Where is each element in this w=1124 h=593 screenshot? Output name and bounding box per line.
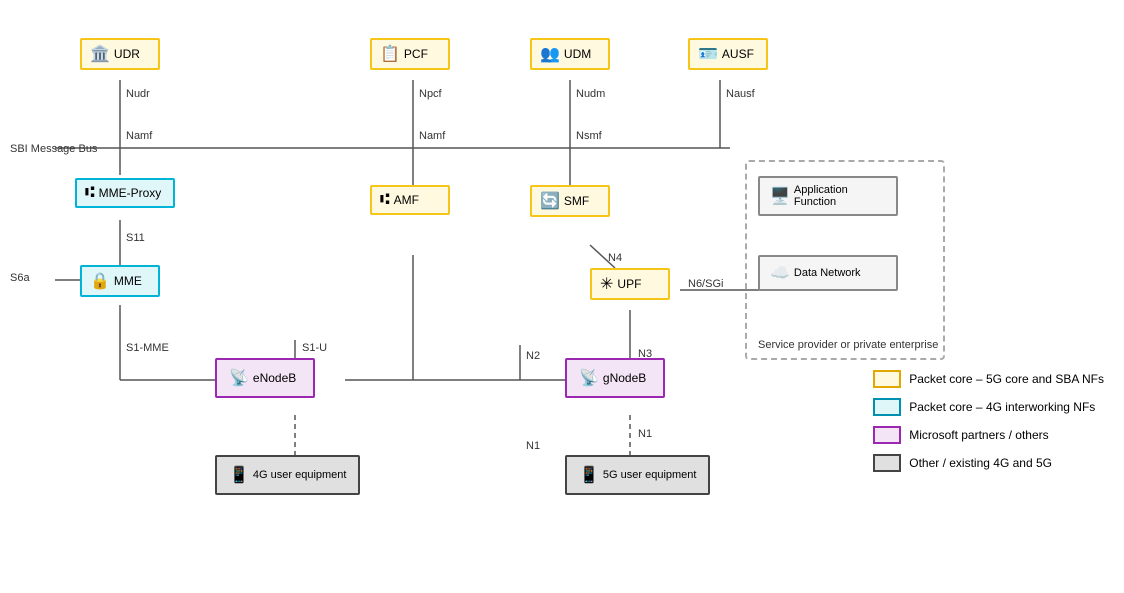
ausf-icon: 🪪: [698, 44, 718, 64]
enodeb-label: eNodeB: [253, 371, 296, 385]
pcf-label: PCF: [404, 47, 428, 61]
node-upf[interactable]: ✳ UPF: [590, 268, 670, 300]
ue5g-label: 5G user equipment: [603, 469, 697, 481]
namf2-label: Namf: [419, 130, 445, 142]
node-amf[interactable]: ⑆ AMF: [370, 185, 450, 215]
upf-icon: ✳: [600, 274, 613, 294]
s1mme-label: S1-MME: [126, 342, 169, 354]
af-icon: 🖥️: [770, 186, 790, 206]
node-mme-proxy[interactable]: ⑆ MME-Proxy: [75, 178, 175, 208]
n1-label: N1: [526, 440, 540, 452]
npcf-label: Npcf: [419, 88, 442, 100]
mme-proxy-icon: ⑆: [85, 184, 95, 202]
node-af[interactable]: 🖥️ Application Function: [758, 176, 898, 216]
legend-label-4g: Packet core – 4G interworking NFs: [909, 400, 1095, 414]
af-label: Application Function: [794, 184, 884, 208]
dn-icon: ☁️: [770, 263, 790, 283]
node-mme[interactable]: 🔒 MME: [80, 265, 160, 297]
legend-box-partners: [873, 426, 901, 444]
upf-label: UPF: [617, 277, 641, 291]
legend-box-4g: [873, 398, 901, 416]
s1u-label: S1-U: [302, 342, 327, 354]
node-udr[interactable]: 🏛️ UDR: [80, 38, 160, 70]
smf-icon: 🔄: [540, 191, 560, 211]
udm-icon: 👥: [540, 44, 560, 64]
node-ausf[interactable]: 🪪 AUSF: [688, 38, 768, 70]
mme-icon: 🔒: [90, 271, 110, 291]
ue4g-icon: 📱: [229, 465, 249, 485]
legend-item-4g: Packet core – 4G interworking NFs: [873, 398, 1104, 416]
namf1-label: Namf: [126, 130, 152, 142]
node-ue5g[interactable]: 📱 5G user equipment: [565, 455, 710, 495]
legend-label-5g: Packet core – 5G core and SBA NFs: [909, 372, 1104, 386]
sbi-label: SBI Message Bus: [10, 142, 97, 156]
legend-label-partners: Microsoft partners / others: [909, 428, 1048, 442]
service-provider-label: Service provider or private enterprise: [758, 338, 938, 353]
node-enodeb[interactable]: 📡 eNodeB: [215, 358, 315, 398]
nudm-label: Nudm: [576, 88, 605, 100]
node-pcf[interactable]: 📋 PCF: [370, 38, 450, 70]
mme-proxy-label: MME-Proxy: [99, 186, 162, 200]
n4-label: N4: [608, 252, 622, 264]
dn-label: Data Network: [794, 267, 861, 279]
node-smf[interactable]: 🔄 SMF: [530, 185, 610, 217]
legend-item-partners: Microsoft partners / others: [873, 426, 1104, 444]
legend-box-other: [873, 454, 901, 472]
legend: Packet core – 5G core and SBA NFs Packet…: [873, 370, 1104, 472]
connection-lines: [0, 0, 1124, 593]
gnodeb-icon: 📡: [579, 368, 599, 388]
s11-label: S11: [126, 232, 145, 244]
nsmf-label: Nsmf: [576, 130, 602, 142]
nausf-label: Nausf: [726, 88, 755, 100]
mme-label: MME: [114, 274, 142, 288]
pcf-icon: 📋: [380, 44, 400, 64]
legend-label-other: Other / existing 4G and 5G: [909, 456, 1052, 470]
n1-label2: N1: [638, 428, 652, 440]
udm-label: UDM: [564, 47, 591, 61]
node-ue4g[interactable]: 📱 4G user equipment: [215, 455, 360, 495]
s6a-label: S6a: [10, 272, 30, 284]
node-dn[interactable]: ☁️ Data Network: [758, 255, 898, 291]
diagram-container: SBI Message Bus 🏛️ UDR 📋 PCF 👥 UDM 🪪 AUS…: [0, 0, 1124, 593]
legend-item-5g: Packet core – 5G core and SBA NFs: [873, 370, 1104, 388]
udr-icon: 🏛️: [90, 44, 110, 64]
amf-label: AMF: [394, 193, 419, 207]
legend-item-other: Other / existing 4G and 5G: [873, 454, 1104, 472]
smf-label: SMF: [564, 194, 589, 208]
enodeb-icon: 📡: [229, 368, 249, 388]
node-udm[interactable]: 👥 UDM: [530, 38, 610, 70]
ue4g-label: 4G user equipment: [253, 469, 347, 481]
nudr-label: Nudr: [126, 88, 150, 100]
n2-label: N2: [526, 350, 540, 362]
legend-box-5g: [873, 370, 901, 388]
ue5g-icon: 📱: [579, 465, 599, 485]
ausf-label: AUSF: [722, 47, 754, 61]
gnodeb-label: gNodeB: [603, 371, 646, 385]
node-gnodeb[interactable]: 📡 gNodeB: [565, 358, 665, 398]
udr-label: UDR: [114, 47, 140, 61]
amf-icon: ⑆: [380, 191, 390, 209]
n6sgi-label: N6/SGi: [688, 278, 723, 290]
